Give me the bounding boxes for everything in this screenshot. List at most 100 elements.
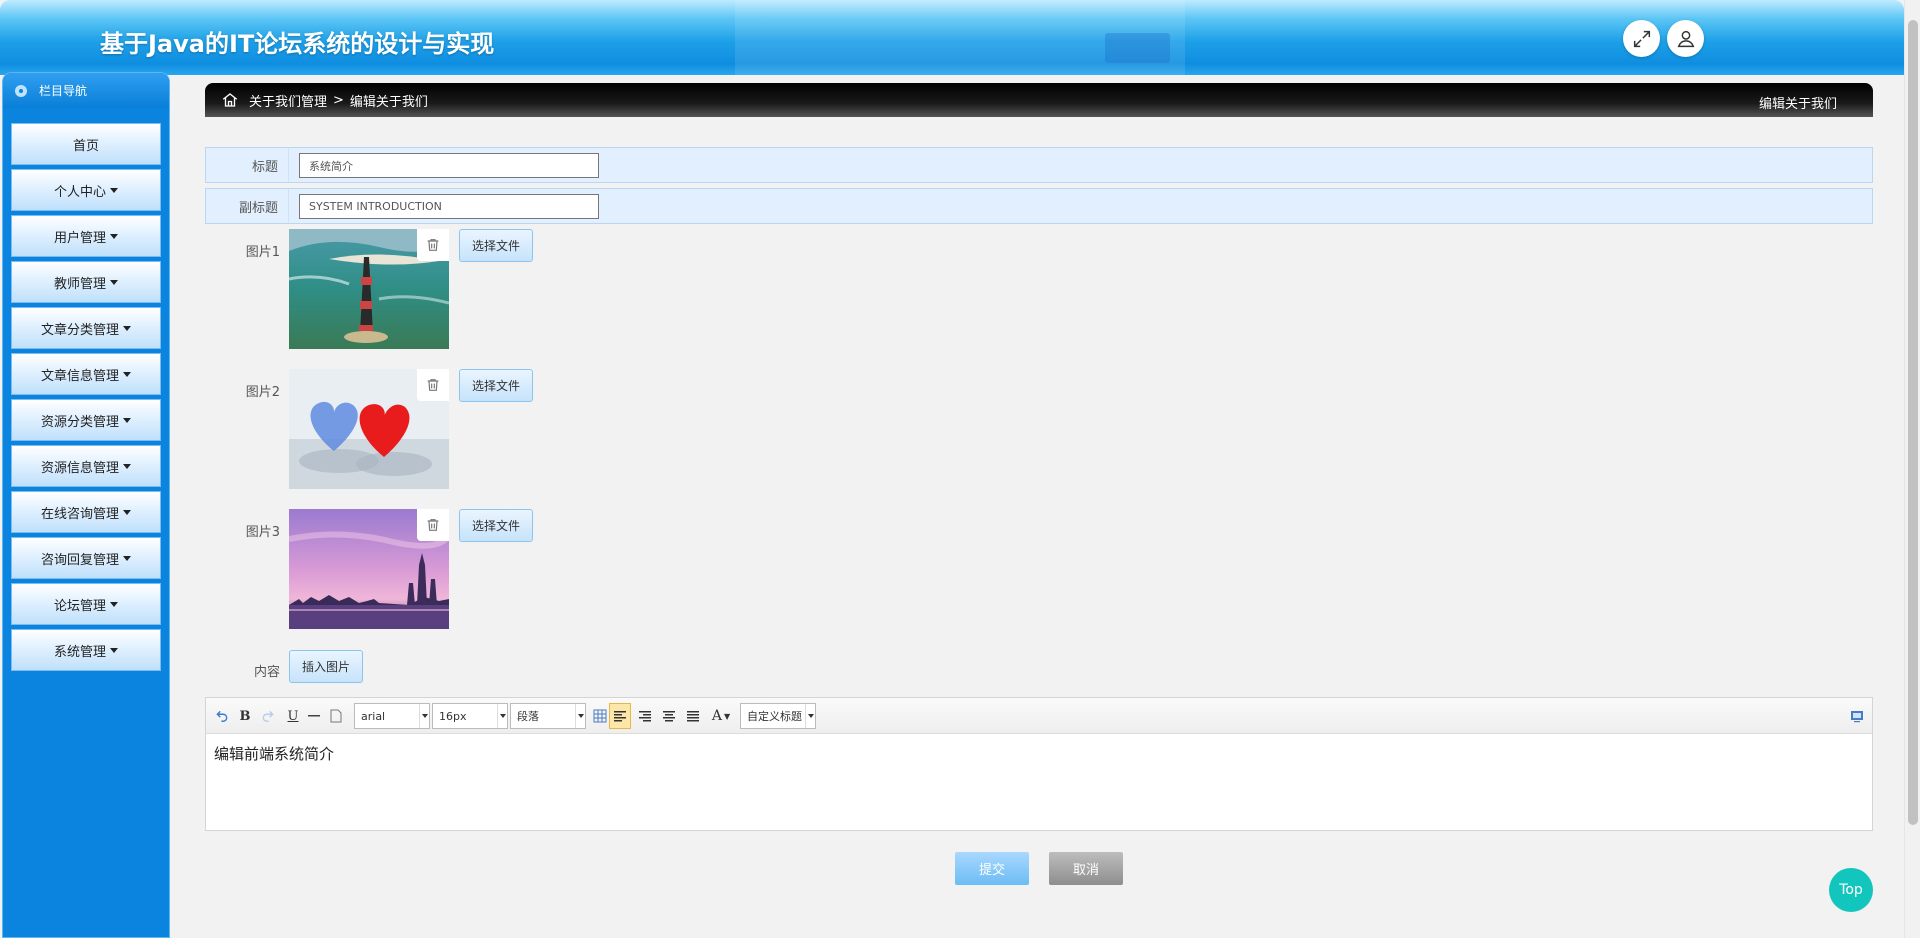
user-icon (1677, 30, 1694, 47)
custom-heading-select[interactable]: 自定义标题 (740, 703, 816, 729)
app-title: 基于Java的IT论坛系统的设计与实现 (100, 30, 495, 58)
align-right-icon[interactable] (636, 707, 654, 725)
sidebar-item-home[interactable]: 首页 (11, 123, 161, 165)
sidebar-item-user-management[interactable]: 用户管理 (11, 215, 161, 257)
editor-toolbar: B U arial 16px 段落 A ▼ 自定义标题 (206, 698, 1872, 734)
redo-icon[interactable] (260, 707, 276, 725)
caret-down-icon (110, 647, 118, 653)
trash-icon (427, 239, 439, 251)
user-button[interactable] (1667, 20, 1704, 57)
subtitle-label: 副标题 (206, 189, 289, 223)
sidebar-item-article-info[interactable]: 文章信息管理 (11, 353, 161, 395)
picture2-label: 图片2 (245, 385, 280, 400)
header-glow-box (1105, 33, 1170, 63)
picture2-choose-file-button[interactable]: 选择文件 (459, 369, 533, 402)
breadcrumb-path[interactable]: 关于我们管理 (249, 91, 327, 110)
submit-button[interactable]: 提交 (955, 852, 1029, 885)
font-size-select[interactable]: 16px (432, 703, 508, 729)
picture1-delete[interactable] (417, 229, 449, 261)
picture2-delete[interactable] (417, 369, 449, 401)
caret-down-icon (110, 187, 118, 193)
sidebar-item-label: 在线咨询管理 (40, 506, 119, 522)
sidebar-item-article-category[interactable]: 文章分类管理 (11, 307, 161, 349)
horizontal-rule-icon[interactable] (306, 707, 322, 725)
font-family-select[interactable]: arial (354, 703, 430, 729)
chevron-down-icon (497, 704, 507, 728)
align-justify-icon[interactable] (684, 707, 702, 725)
fullscreen-button[interactable] (1623, 20, 1660, 57)
sidebar-item-consult-reply[interactable]: 咨询回复管理 (11, 537, 161, 579)
align-left-icon[interactable] (609, 703, 631, 729)
trash-icon (427, 379, 439, 391)
picture1-choose-file-button[interactable]: 选择文件 (459, 229, 533, 262)
caret-down-icon (123, 463, 131, 469)
caret-down-icon (110, 279, 118, 285)
caret-down-icon (110, 233, 118, 239)
paragraph-select[interactable]: 段落 (510, 703, 586, 729)
chevron-down-icon (805, 704, 815, 728)
chevron-down-icon (419, 704, 429, 728)
sidebar-item-label: 资源分类管理 (40, 414, 119, 430)
table-icon[interactable] (591, 707, 609, 725)
title-input[interactable] (299, 153, 599, 178)
sidebar-header: 栏目导航 (3, 73, 169, 108)
title-label: 标题 (206, 148, 289, 182)
title-row: 标题 (205, 147, 1873, 183)
sidebar-item-label: 教师管理 (53, 276, 106, 292)
paragraph-value: 段落 (517, 710, 539, 723)
align-center-icon[interactable] (660, 707, 678, 725)
caret-down-icon (123, 417, 131, 423)
scrollbar-thumb[interactable] (1908, 20, 1918, 825)
content-label: 内容 (253, 665, 280, 680)
custom-heading-value: 自定义标题 (747, 710, 802, 723)
picture3-thumbnail (289, 509, 449, 629)
page-title: 编辑关于我们 (1758, 97, 1837, 112)
breadcrumb: 关于我们管理 > 编辑关于我们 编辑关于我们 (205, 83, 1873, 117)
editor-content[interactable]: 编辑前端系统简介 (206, 734, 1872, 773)
sidebar-item-teacher-management[interactable]: 教师管理 (11, 261, 161, 303)
sidebar-item-label: 首页 (72, 138, 99, 154)
sidebar: 栏目导航 首页 个人中心 用户管理 教师管理 文章分类管理 文章信息管理 资源分… (2, 72, 170, 938)
rich-text-editor: B U arial 16px 段落 A ▼ 自定义标题 编辑前端系统简介 (205, 697, 1873, 831)
picture2-thumbnail (289, 369, 449, 489)
sidebar-item-label: 个人中心 (53, 184, 106, 200)
font-color-icon[interactable]: A ▼ (709, 707, 733, 725)
sidebar-item-label: 用户管理 (53, 230, 106, 246)
picture1-label: 图片1 (245, 245, 280, 260)
page-icon[interactable] (328, 707, 344, 725)
sidebar-item-system-management[interactable]: 系统管理 (11, 629, 161, 671)
sidebar-item-label: 文章分类管理 (40, 322, 119, 338)
sidebar-item-label: 资源信息管理 (40, 460, 119, 476)
caret-down-icon (123, 325, 131, 331)
sidebar-item-online-consult[interactable]: 在线咨询管理 (11, 491, 161, 533)
caret-down-icon (110, 601, 118, 607)
sidebar-item-resource-category[interactable]: 资源分类管理 (11, 399, 161, 441)
font-size-value: 16px (439, 709, 467, 723)
caret-down-icon (123, 555, 131, 561)
font-family-value: arial (361, 709, 386, 723)
picture3-delete[interactable] (417, 509, 449, 541)
chevron-down-icon (575, 704, 585, 728)
picture3-choose-file-button[interactable]: 选择文件 (459, 509, 533, 542)
expand-icon (1633, 30, 1650, 47)
bold-icon[interactable]: B (238, 707, 252, 725)
subtitle-input[interactable] (299, 194, 599, 219)
underline-icon[interactable]: U (286, 707, 300, 725)
breadcrumb-current: 编辑关于我们 (349, 94, 428, 110)
cancel-button[interactable]: 取消 (1049, 852, 1123, 885)
insert-image-button[interactable]: 插入图片 (289, 650, 363, 683)
sidebar-item-label: 咨询回复管理 (40, 552, 119, 568)
source-view-icon[interactable] (1848, 707, 1866, 725)
sidebar-item-resource-info[interactable]: 资源信息管理 (11, 445, 161, 487)
page-scrollbar[interactable] (1904, 0, 1920, 938)
back-to-top-button[interactable]: Top (1829, 868, 1873, 912)
trash-icon (427, 519, 439, 531)
undo-icon[interactable] (214, 707, 230, 725)
sidebar-item-label: 文章信息管理 (40, 368, 119, 384)
caret-down-icon (123, 371, 131, 377)
home-icon[interactable] (221, 91, 239, 109)
sidebar-item-label: 系统管理 (53, 644, 106, 660)
sidebar-item-personal-center[interactable]: 个人中心 (11, 169, 161, 211)
sidebar-item-forum-management[interactable]: 论坛管理 (11, 583, 161, 625)
sidebar-item-label: 论坛管理 (53, 598, 106, 614)
